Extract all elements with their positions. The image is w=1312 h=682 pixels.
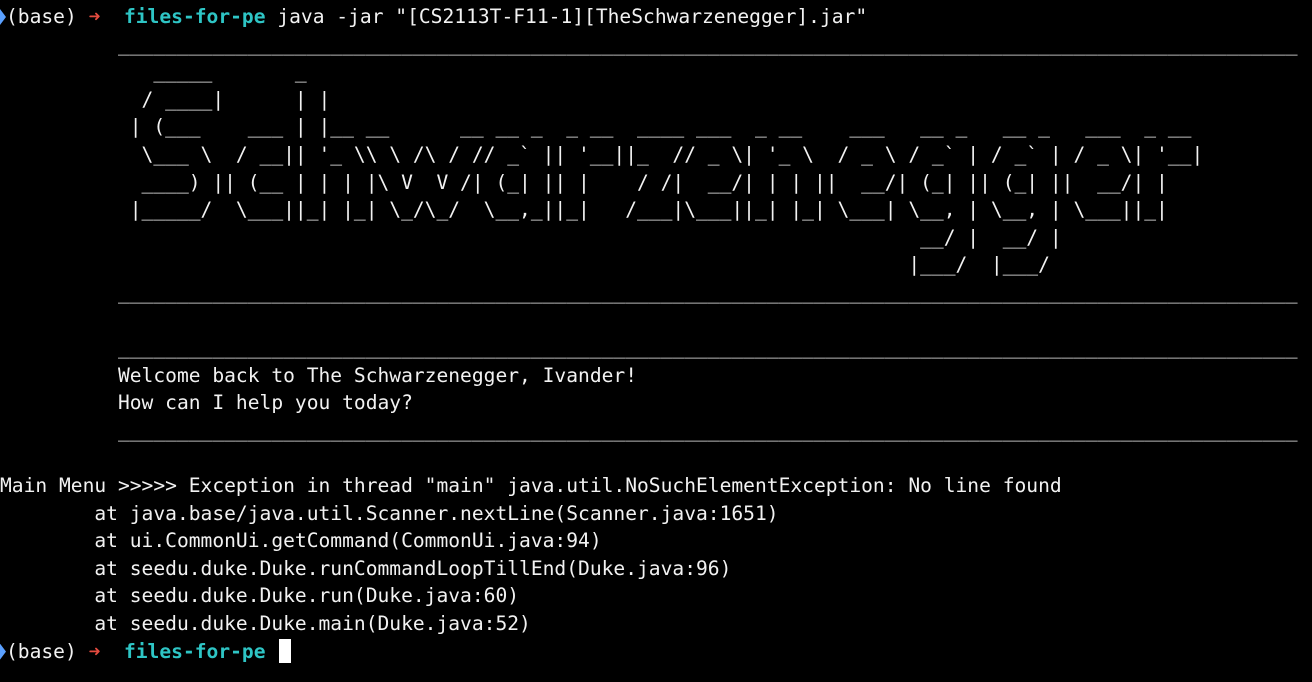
banner-line: | (___ ___ | |__ __ __ __ _ _ __ ____ __… <box>0 115 1192 139</box>
banner-line: __/ | __/ | <box>0 225 1062 249</box>
prompt-line-command: (base) ➜ files-for-pe java -jar "[CS2113… <box>0 3 1312 31</box>
divider-welcome-start: ________________________________________… <box>0 336 1298 360</box>
banner-line: ____) || (__ | | | |\ V V /| (_| || | / … <box>0 170 1168 194</box>
prompt-line-current[interactable]: (base) ➜ files-for-pe <box>0 638 1312 666</box>
prompt-env: (base) <box>6 639 77 663</box>
prompt-arrow-icon: ➜ <box>88 639 101 663</box>
banner-line: |_____/ \___||_| |_| \_/\_/ \__,_||_| /_… <box>0 198 1168 222</box>
terminal-window[interactable]: (base) ➜ files-for-pe java -jar "[CS2113… <box>0 0 1312 682</box>
banner-line: \___ \ / __|| '_ \\ \ /\ / // _` || '__|… <box>0 142 1204 166</box>
banner-line: |___/ |___/ <box>0 253 1050 277</box>
divider-banner-end: ________________________________________… <box>0 280 1298 304</box>
help-message: How can I help you today? <box>0 391 413 415</box>
stack-trace-line: at seedu.duke.Duke.run(Duke.java:60) <box>0 584 520 608</box>
banner-line: _____ _ <box>0 60 307 84</box>
stack-trace-line: at seedu.duke.Duke.main(Duke.java:52) <box>0 612 531 636</box>
stack-trace-line: at java.base/java.util.Scanner.nextLine(… <box>0 501 779 525</box>
ascii-banner: _____ _ / ____| | | | (___ ___ | |__ __ … <box>0 58 1312 279</box>
command-text: java -jar "[CS2113T-F11-1][TheSchwarzene… <box>277 5 868 28</box>
prompt-env: (base) <box>6 5 77 28</box>
stack-trace-line: at seedu.duke.Duke.runCommandLoopTillEnd… <box>0 556 732 580</box>
banner-line: / ____| | | <box>0 87 331 111</box>
text-cursor[interactable] <box>279 638 292 663</box>
prompt-cwd: files-for-pe <box>123 5 266 28</box>
divider-top: ________________________________________… <box>0 32 1298 56</box>
welcome-message: Welcome back to The Schwarzenegger, Ivan… <box>0 363 638 387</box>
prompt-cwd: files-for-pe <box>123 639 266 663</box>
prompt-arrow-icon: ➜ <box>88 5 101 28</box>
exception-line: Main Menu >>>>> Exception in thread "mai… <box>0 474 1062 498</box>
stack-trace-line: at ui.CommonUi.getCommand(CommonUi.java:… <box>0 529 602 553</box>
divider-welcome-end: ________________________________________… <box>0 418 1298 442</box>
